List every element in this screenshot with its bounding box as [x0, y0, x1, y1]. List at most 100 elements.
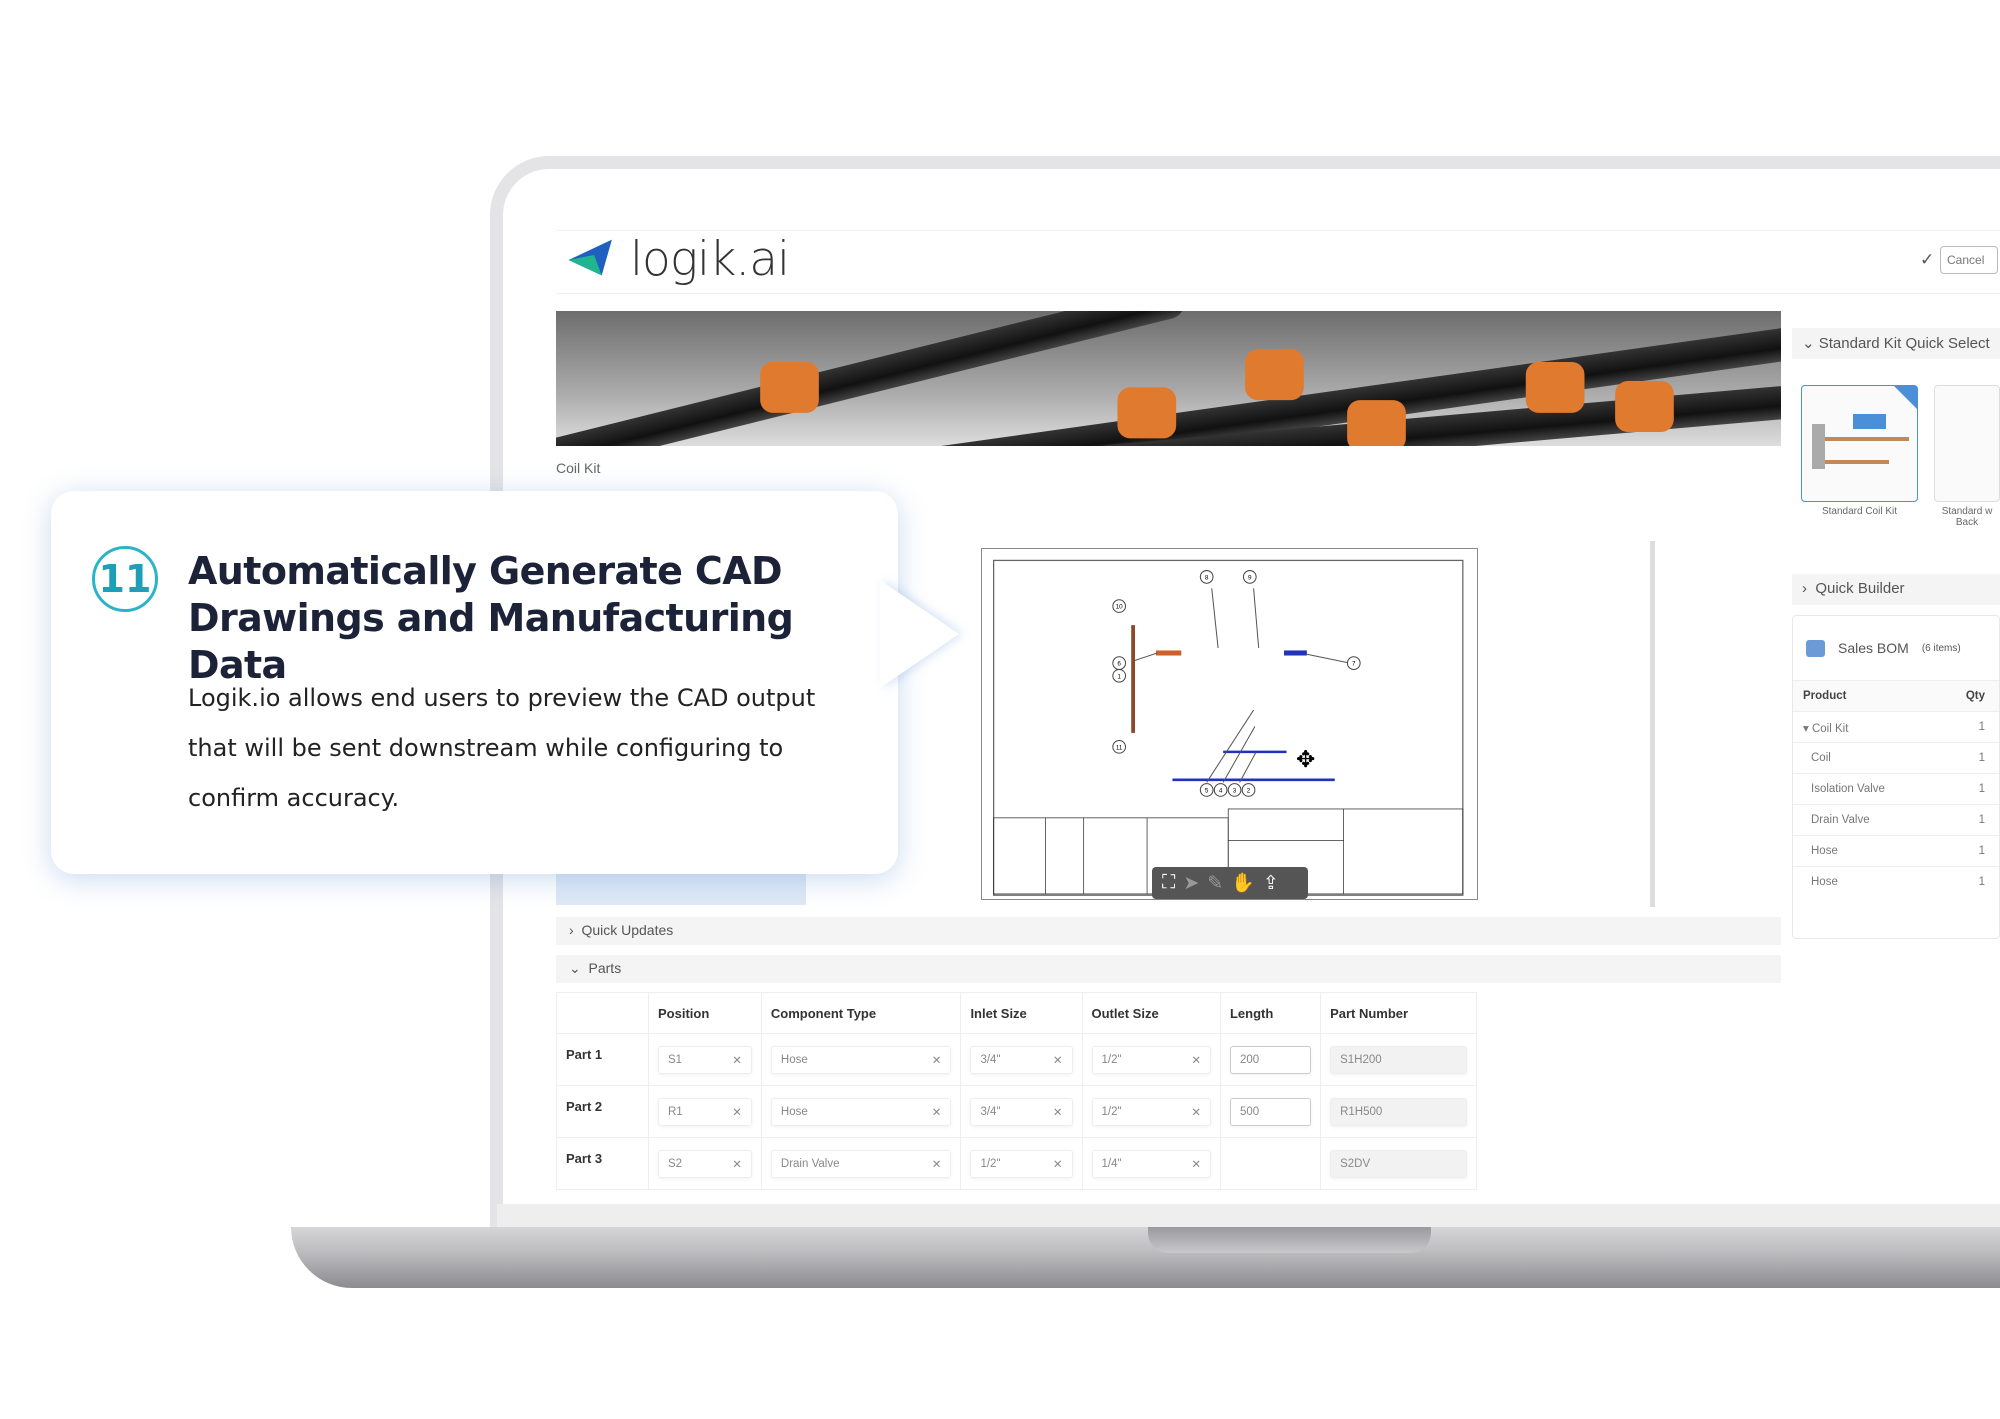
- kit-quick-select-title: Standard Kit Quick Select: [1818, 335, 1990, 352]
- bom-row[interactable]: Hose 1: [1793, 835, 1999, 866]
- cad-toolbar: ⛶ ➤ ✎ ✋ ⇪: [1152, 867, 1308, 899]
- cad-drawing: 1061118 975 4 3 2: [992, 559, 1464, 896]
- outlet-select[interactable]: 1/2" ✕: [1091, 1045, 1211, 1074]
- bom-product: Drain Valve: [1811, 814, 1870, 826]
- bom-product: Coil: [1811, 752, 1831, 764]
- logik-logo-icon: [568, 239, 612, 276]
- kit-label: Standard Coil Kit: [1821, 506, 1898, 517]
- inlet-select[interactable]: 3/4" ✕: [970, 1097, 1073, 1126]
- kit-label: Standard w Back: [1941, 506, 1993, 528]
- bom-col-product: Product: [1803, 690, 1847, 702]
- position-select[interactable]: R1 ✕: [658, 1097, 752, 1126]
- product-label: Coil Kit: [556, 460, 601, 476]
- bom-title: Sales BOM: [1838, 640, 1909, 656]
- logo-text: logik.ai: [630, 232, 790, 287]
- bom-row[interactable]: Isolation Valve 1: [1793, 773, 1999, 804]
- col-header: Component Type: [760, 992, 962, 1034]
- clear-icon[interactable]: ✕: [732, 1053, 742, 1067]
- component-select[interactable]: Drain Valve ✕: [770, 1149, 952, 1178]
- clear-icon[interactable]: ✕: [932, 1105, 942, 1119]
- parts-table: Position Component Type Inlet Size Outle…: [556, 992, 1477, 1190]
- bom-product: Hose: [1811, 876, 1838, 888]
- col-header: Length: [1219, 992, 1322, 1034]
- position-select[interactable]: S2 ✕: [658, 1149, 752, 1178]
- part-number-value: S2DV: [1340, 1157, 1371, 1170]
- inlet-select[interactable]: 3/4" ✕: [970, 1045, 1073, 1074]
- part-number-value: R1H500: [1340, 1105, 1383, 1118]
- part-number-field: R1H500: [1330, 1097, 1467, 1126]
- cad-drawing-viewer[interactable]: 10 6 1 11 8 9 7 5 4 3 2: [981, 548, 1478, 900]
- product-banner-image: [556, 311, 1781, 446]
- part-number-value: S1H200: [1340, 1053, 1382, 1066]
- bom-count: (6 items): [1921, 642, 1961, 654]
- callout-pointer: [880, 580, 959, 688]
- cad-balloon-label: 1: [1117, 673, 1121, 680]
- inlet-value: 3/4": [980, 1105, 1001, 1118]
- bom-qty: 1: [1978, 876, 1985, 888]
- length-value: 200: [1239, 1053, 1260, 1066]
- row-label: Part 2: [556, 1085, 649, 1138]
- component-select[interactable]: Hose ✕: [770, 1045, 952, 1074]
- clear-icon[interactable]: ✕: [932, 1157, 942, 1171]
- position-value: S2: [668, 1157, 683, 1170]
- export-icon[interactable]: ⇪: [1263, 872, 1279, 895]
- row-label: Part 3: [556, 1137, 649, 1190]
- bom-qty: 1: [1978, 752, 1985, 764]
- table-row: Part 3 S2 ✕ Drain Valve ✕ 1/2" ✕ 1/4" ✕ S2DV: [556, 1137, 1477, 1190]
- clear-icon[interactable]: ✕: [1053, 1053, 1063, 1067]
- bom-product: Hose: [1811, 845, 1838, 857]
- selected-check-icon: [1894, 386, 1917, 409]
- kit-card-standard-back[interactable]: [1934, 385, 2000, 502]
- kit-quick-select-header[interactable]: ⌄ Standard Kit Quick Select: [1792, 328, 2000, 359]
- quick-builder-header[interactable]: › Quick Builder: [1792, 574, 2000, 605]
- row-label: Part 1: [556, 1033, 649, 1086]
- clear-icon[interactable]: ✕: [1191, 1053, 1201, 1067]
- select-icon[interactable]: ➤: [1183, 872, 1199, 895]
- bom-row[interactable]: Drain Valve 1: [1793, 804, 1999, 835]
- cad-balloon-label: 3: [1233, 787, 1237, 794]
- clear-icon[interactable]: ✕: [932, 1053, 942, 1067]
- cad-balloon-label: 8: [1205, 574, 1209, 581]
- bom-row[interactable]: ▾ Coil Kit 1: [1793, 711, 1999, 742]
- kit-card-standard-coil[interactable]: [1801, 385, 1918, 502]
- table-row: Part 2 R1 ✕ Hose ✕ 3/4" ✕ 1/2" ✕ 500 R1H500: [556, 1085, 1477, 1138]
- quick-builder-title: Quick Builder: [1815, 580, 1905, 597]
- outlet-select[interactable]: 1/4" ✕: [1091, 1149, 1211, 1178]
- quick-updates-section[interactable]: › Quick Updates: [556, 917, 1781, 945]
- col-header: Inlet Size: [960, 992, 1083, 1034]
- clear-icon[interactable]: ✕: [1053, 1157, 1063, 1171]
- move-cursor-icon: ✥: [1296, 746, 1316, 772]
- length-input[interactable]: 500: [1229, 1097, 1312, 1126]
- bom-product: Isolation Valve: [1811, 783, 1885, 795]
- bom-qty: 1: [1978, 783, 1985, 795]
- step-number-badge: 11: [92, 546, 158, 612]
- length-value: 500: [1239, 1105, 1260, 1118]
- clear-icon[interactable]: ✕: [732, 1105, 742, 1119]
- cad-balloon-label: 7: [1352, 661, 1356, 668]
- bom-row[interactable]: Hose 1: [1793, 866, 1999, 897]
- clear-icon[interactable]: ✕: [1191, 1105, 1201, 1119]
- measure-icon[interactable]: ✎: [1207, 872, 1223, 895]
- length-input[interactable]: 200: [1229, 1045, 1312, 1074]
- scrollbar[interactable]: [1650, 541, 1655, 907]
- inlet-select[interactable]: 1/2" ✕: [970, 1149, 1073, 1178]
- parts-section[interactable]: ⌄ Parts: [556, 955, 1781, 983]
- check-icon[interactable]: ✓: [1920, 250, 1934, 270]
- outlet-select[interactable]: 1/2" ✕: [1091, 1097, 1211, 1126]
- sales-bom-card: Sales BOM (6 items) Product Qty ▾ Coil Ki…: [1792, 615, 2000, 939]
- clear-icon[interactable]: ✕: [732, 1157, 742, 1171]
- callout-title: Automatically Generate CAD Drawings and …: [188, 549, 794, 687]
- col-header: Position: [648, 992, 762, 1034]
- bom-qty: 1: [1978, 721, 1985, 733]
- clear-icon[interactable]: ✕: [1053, 1105, 1063, 1119]
- component-select[interactable]: Hose ✕: [770, 1097, 952, 1126]
- position-select[interactable]: S1 ✕: [658, 1045, 752, 1074]
- fit-view-icon[interactable]: ⛶: [1162, 872, 1175, 894]
- cancel-button[interactable]: Cancel: [1940, 246, 1998, 274]
- position-value: R1: [668, 1105, 683, 1118]
- bom-row[interactable]: Coil 1: [1793, 742, 1999, 773]
- bom-qty: 1: [1978, 814, 1985, 826]
- pan-hand-icon[interactable]: ✋: [1231, 871, 1255, 895]
- clear-icon[interactable]: ✕: [1191, 1157, 1201, 1171]
- bom-product: ▾ Coil Kit: [1803, 723, 1849, 735]
